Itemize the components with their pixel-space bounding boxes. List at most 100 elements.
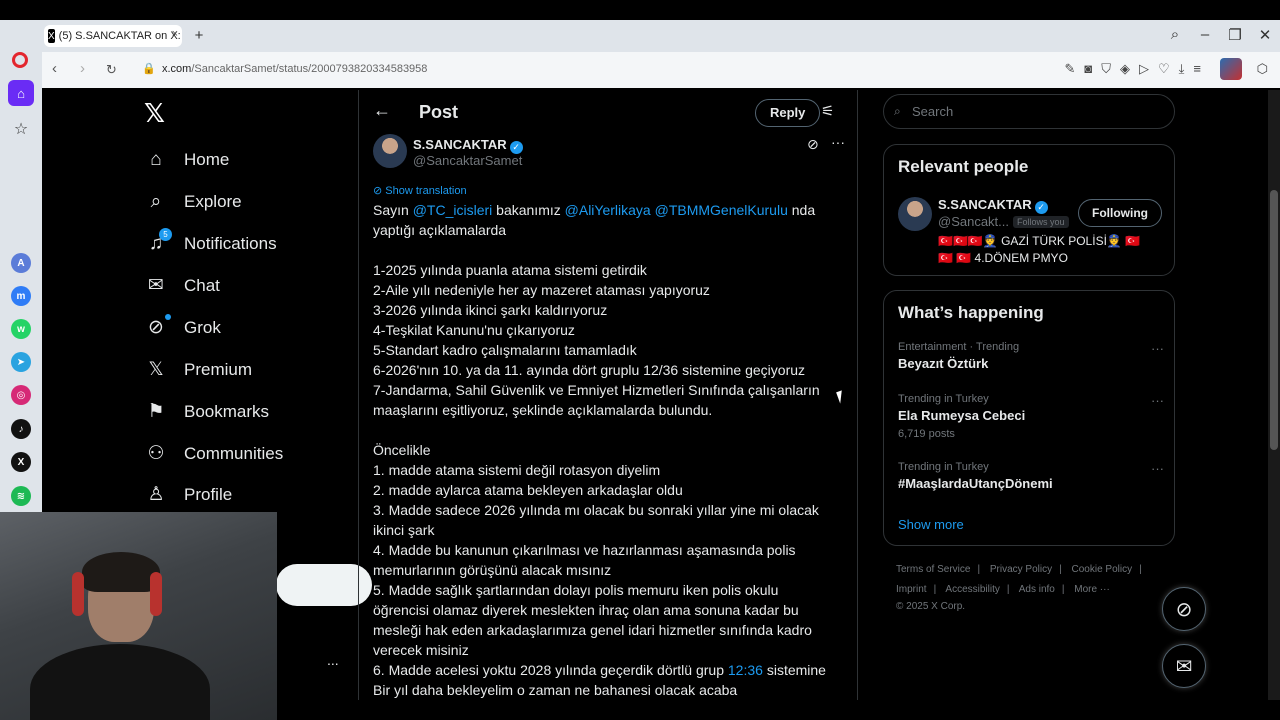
reply-button[interactable]: Reply [755,99,821,127]
tweet-line: ikinci şark [373,522,435,538]
footer-link[interactable]: Cookie Policy [1072,564,1133,575]
webcam-person-hair [82,552,160,592]
minimize-icon[interactable]: – [1195,26,1215,43]
opera-logo[interactable] [12,52,28,68]
search-tabs-icon[interactable]: ⌕ [1165,26,1185,43]
more-icon[interactable]: ··· [1151,461,1164,476]
x-app-icon[interactable]: X [11,452,31,472]
tune-icon[interactable]: ⚟ [821,102,834,120]
nav-home[interactable]: ⌂ Home [144,148,229,172]
address-bar: ‹ › ↻ 🔒 x.com/SancaktarSamet/status/2000… [42,52,1280,88]
url-field[interactable]: x.com/SancaktarSamet/status/200079382033… [162,63,427,75]
more-icon[interactable]: ··· [831,134,845,150]
footer-link[interactable]: More ··· [1074,584,1110,595]
headphones-left [72,572,84,616]
star-icon[interactable]: ☆ [8,116,34,142]
close-window-icon[interactable]: ✕ [1255,26,1275,44]
trend-item[interactable]: Trending in Turkey Ela Rumeysa Cebeci 6,… [898,393,1168,440]
show-more-link[interactable]: Show more [898,517,964,532]
mention-link[interactable]: @AliYerlikaya [565,202,651,218]
tweet-line: bakanımız [492,202,565,218]
footer-link[interactable]: Imprint [896,584,927,595]
author-handle[interactable]: @SancaktarSamet [413,153,522,168]
forward-icon[interactable]: › [80,60,85,77]
scroll-thumb[interactable] [1270,190,1278,450]
tweet-line: verecek misiniz [373,642,469,658]
footer-link[interactable]: Accessibility [945,584,999,595]
messenger-icon[interactable]: m [11,286,31,306]
back-arrow-icon[interactable]: ← [373,100,391,121]
page-scrollbar[interactable] [1268,90,1280,700]
grok-fab-icon[interactable]: ⊘ [1162,587,1206,631]
top-strip [0,0,1280,20]
spotify-icon[interactable]: ≋ [11,486,31,506]
nav-notifications[interactable]: ♫ 5 Notifications [144,228,277,256]
card-title: Relevant people [898,157,1029,176]
show-translation-link[interactable]: ⊘ Show translation [373,184,467,197]
mention-link[interactable]: @TC_icisleri [413,202,493,218]
footer-sep: | [933,584,937,595]
camera-icon[interactable]: ◙ [1084,61,1092,77]
nav-grok[interactable]: ⊘ Grok [144,314,221,340]
messages-fab-icon[interactable]: ✉ [1162,644,1206,688]
tweet-line: yaptığı açıklamalarda [373,222,507,238]
x-icon: 𝕏 [148,359,164,380]
x-logo-icon[interactable]: 𝕏 [144,98,165,129]
download-icon[interactable]: ⤓ [1179,61,1185,77]
instagram-icon[interactable]: ◎ [11,385,31,405]
menu-icon[interactable]: ≡ [1193,61,1201,77]
more-icon[interactable]: ··· [1151,341,1164,356]
footer-link[interactable]: Terms of Service [896,564,970,575]
footer-link[interactable]: Privacy Policy [990,564,1052,575]
time-link[interactable]: 12:36 [728,662,763,678]
edit-icon[interactable]: ✎ [1064,61,1075,77]
nav-bookmarks[interactable]: ⚑ Bookmarks [144,400,269,424]
back-icon[interactable]: ‹ [52,60,57,77]
nav-chat[interactable]: ✉ Chat [144,274,220,298]
translate-icon: ⊘ [373,185,386,197]
nav-profile[interactable]: ♙ Profile [144,483,232,507]
whatsapp-icon[interactable]: w [11,319,31,339]
headphones-right [150,572,162,616]
trend-item[interactable]: Trending in Turkey #MaaşlardaUtançDönemi… [898,461,1168,491]
nav-premium[interactable]: 𝕏 Premium [144,358,252,382]
tiktok-icon[interactable]: ♪ [11,419,31,439]
trend-item[interactable]: Entertainment · Trending Beyazıt Öztürk … [898,341,1168,371]
tweet-line: 6. Madde acelesi yoktu 2028 yılında geçe… [373,662,728,678]
more-icon[interactable]: ··· [1151,393,1164,408]
footer-link[interactable]: Ads info [1019,584,1055,595]
trend-name: Beyazıt Öztürk [898,356,989,371]
account-more-icon[interactable]: ... [327,652,339,668]
author-avatar[interactable] [373,134,407,168]
new-tab-icon[interactable]: + [190,27,208,45]
shield-icon[interactable]: ⛉ [1101,61,1111,77]
extensions-icon[interactable]: ⬡ [1257,61,1268,77]
tweet-line: nda [787,202,816,218]
tweet-line: mesleği hak eden arkadaşlarımıza genel i… [373,622,812,638]
person-handle[interactable]: @Sancakt... Follows you [938,214,1069,229]
post-column: ← Post Reply ⚟ S.SANCAKTAR ✓ @SancaktarSa… [358,90,858,700]
nav-explore[interactable]: ⌕ Explore [144,190,242,214]
app-store-icon[interactable]: A [11,253,31,273]
search-input[interactable]: ⌕ Search [883,94,1175,129]
following-button[interactable]: Following [1078,199,1162,227]
grok-explain-icon[interactable]: ⊘ [807,136,819,153]
nav-label: Notifications [184,234,277,253]
author-name[interactable]: S.SANCAKTAR ✓ [413,137,523,154]
avatar[interactable] [898,197,932,231]
home-icon[interactable]: ⌂ [8,80,34,106]
reload-icon[interactable]: ↻ [106,62,117,78]
tweet-line: 7-Jandarma, Sahil Güvenlik ve Emniyet Hi… [373,382,820,398]
vpn-icon[interactable]: ◈ [1120,61,1130,77]
mention-link[interactable]: @TBMMGenelKurulu [655,202,788,218]
person-name[interactable]: S.SANCAKTAR ✓ [938,197,1048,214]
maximize-icon[interactable]: ❐ [1225,26,1245,44]
profile-avatar[interactable] [1220,58,1242,80]
nav-communities[interactable]: ⚇ Communities [144,442,283,466]
tab-close-icon[interactable]: × [172,28,178,40]
play-icon[interactable]: ▷ [1139,61,1149,77]
bio-line: 🇹🇷 🇹🇷 4.DÖNEM PMYO [938,251,1068,265]
heart-icon[interactable]: ♡ [1158,61,1170,77]
browser-tab[interactable]: X (5) S.SANCAKTAR on X: "S × [44,25,182,47]
telegram-icon[interactable]: ➤ [11,352,31,372]
